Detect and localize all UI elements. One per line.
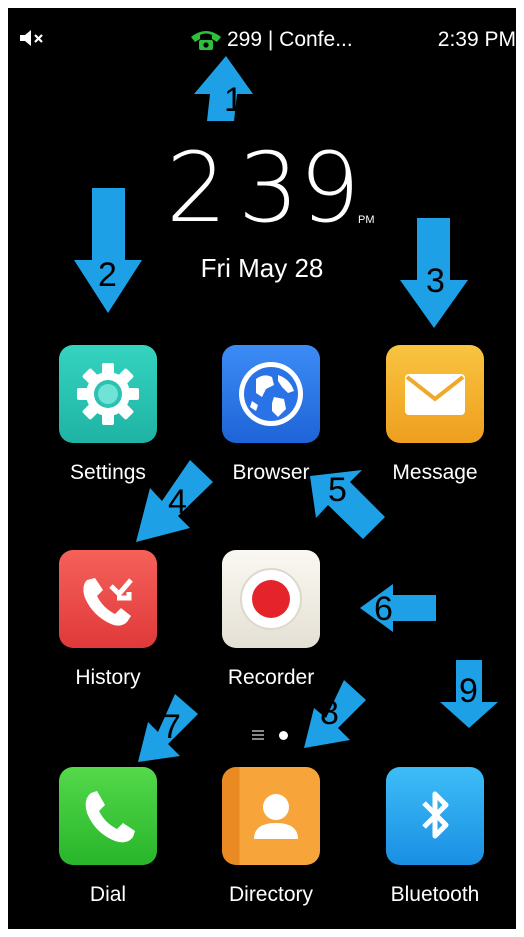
app-browser[interactable]: Browser <box>206 345 336 535</box>
phone-home-screen: 299 | Confe... 2:39 PM 2 39 PM Fri May 2… <box>8 8 516 929</box>
app-recorder[interactable]: Recorder <box>206 550 336 740</box>
annotation-number-9: 9 <box>459 672 478 710</box>
bluetooth-icon <box>386 767 484 865</box>
app-label: Message <box>392 461 478 484</box>
lockscreen-clock: 2 39 <box>8 140 516 236</box>
app-bluetooth[interactable]: Bluetooth <box>370 767 500 929</box>
phone-call-icon <box>191 31 221 50</box>
app-label: Dial <box>89 883 127 906</box>
contact-icon <box>222 767 320 865</box>
active-call-status[interactable]: 299 | Confe... <box>227 28 353 52</box>
mute-icon <box>20 30 43 46</box>
annotation-arrow-6 <box>360 584 436 632</box>
app-label: Directory <box>228 883 313 906</box>
app-directory[interactable]: Directory <box>206 767 336 929</box>
page-dot-current <box>279 731 288 740</box>
annotation-arrow-9 <box>440 660 498 728</box>
app-label: History <box>75 666 141 689</box>
clock-minutes: 39 <box>238 132 361 244</box>
missed-call-icon <box>59 550 157 648</box>
annotation-arrow-1 <box>194 56 253 121</box>
clock-date: Fri May 28 <box>200 253 324 283</box>
globe-icon <box>222 345 320 443</box>
app-label: Settings <box>70 461 146 484</box>
page-indicator-menu-icon <box>252 730 264 740</box>
app-settings[interactable]: Settings <box>43 345 173 535</box>
app-label: Recorder <box>227 666 315 689</box>
record-icon <box>222 550 320 648</box>
app-dial[interactable]: Dial <box>43 767 173 929</box>
app-message[interactable]: Message <box>370 345 500 535</box>
clock-ampm: PM <box>358 214 375 226</box>
status-bar: 299 | Confe... 2:39 PM <box>8 8 516 56</box>
status-time: 2:39 PM <box>437 28 516 51</box>
clock-hour: 2 <box>166 132 228 244</box>
gear-icon <box>59 345 157 443</box>
envelope-icon <box>386 345 484 443</box>
app-label: Bluetooth <box>390 883 480 906</box>
annotation-number-6: 6 <box>374 590 393 628</box>
app-label: Browser <box>232 461 310 484</box>
app-history[interactable]: History <box>43 550 173 740</box>
phone-icon <box>59 767 157 865</box>
annotation-number-1: 1 <box>224 81 243 119</box>
